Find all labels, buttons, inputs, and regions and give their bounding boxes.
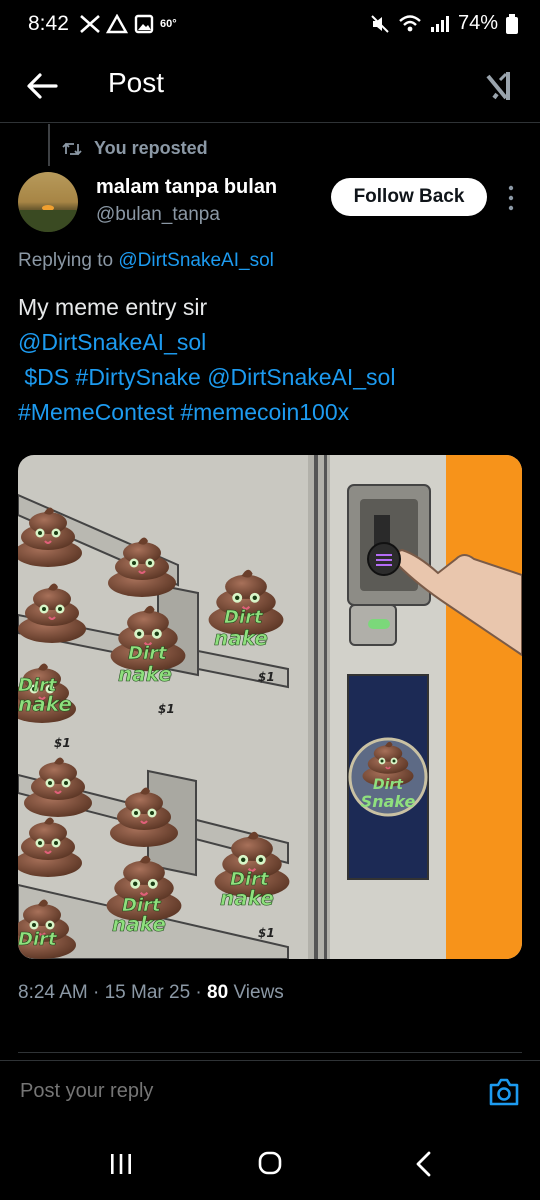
avatar[interactable] [18,172,78,232]
mute-icon [371,14,389,33]
battery-icon [506,13,518,34]
reply-bar [0,1060,540,1125]
price-tag: $1 [158,702,175,716]
sticker-text: Dirt [224,607,264,628]
replying-to: Replying to @DirtSnakeAI_sol [18,250,274,272]
sticker-text: nake [18,692,72,716]
price-tag: $1 [258,926,275,940]
hashtag-link[interactable]: #MemeContest [18,399,174,425]
author-name[interactable]: malam tanpa bulan [96,176,277,199]
repost-label: You reposted [94,138,208,158]
recent-apps-icon[interactable] [108,1152,134,1176]
wifi-icon [399,14,421,31]
image-icon [134,14,154,34]
nav-back-icon[interactable] [412,1150,436,1178]
page-title: Post [108,67,165,98]
poster-text-1: Dirt [373,777,404,793]
post-image[interactable]: Dirt Snake $1 $1 $1 $1 Dirt nake Dirt na… [18,455,522,959]
sticker-text: Dirt [18,929,58,950]
sticker-text: nake [220,886,274,910]
status-right-icons: 74% [370,12,518,35]
price-tag: $1 [54,736,71,750]
hashtag-link[interactable]: #memecoin100x [180,399,349,425]
more-options-icon[interactable] [501,183,521,213]
status-bar: 8:42 60° 74% [0,0,540,48]
poster-text-2: Snake [361,792,416,811]
signal-icon [430,15,449,32]
mention-link[interactable]: @DirtSnakeAI_sol [207,364,395,390]
repost-icon [62,142,82,155]
stats-divider [18,1052,522,1053]
sticker-text: nake [118,662,172,686]
post-date: 15 Mar 25 [104,982,191,1003]
reply-input[interactable] [18,1079,462,1104]
follow-back-button[interactable]: Follow Back [331,178,487,216]
replying-target-link[interactable]: @DirtSnakeAI_sol [118,250,274,271]
replying-prefix: Replying to [18,250,114,271]
post-line-1: My meme entry sir [18,294,208,320]
mention-link[interactable]: @DirtSnakeAI_sol [18,329,206,355]
status-temperature: 60° [160,18,177,30]
post-header: Post [0,50,540,122]
camera-icon[interactable] [488,1077,520,1107]
sticker-text: Dirt [128,643,168,664]
grok-icon[interactable] [484,68,520,104]
hashtag-link[interactable]: $DS #DirtySnake [24,364,200,390]
back-button[interactable] [22,66,62,106]
x-logo-icon [80,15,100,33]
sticker-text: nake [112,912,166,936]
sticker-text: nake [214,626,268,650]
header-divider [0,122,540,123]
views-label[interactable]: Views [233,982,283,1003]
post-time: 8:24 AM [18,982,88,1003]
post-meta: 8:24 AM · 15 Mar 25 · 80 Views [18,982,284,1003]
author-handle[interactable]: @bulan_tanpa [96,204,220,226]
status-battery: 74% [457,12,498,34]
post-text: My meme entry sir @DirtSnakeAI_sol $DS #… [18,290,518,430]
price-tag: $1 [258,670,275,684]
thread-line [48,124,50,166]
system-nav-bar [0,1124,540,1200]
status-left-icons: 60° [80,14,177,34]
views-count[interactable]: 80 [207,982,228,1003]
repost-indicator: You reposted [62,138,208,159]
home-icon[interactable] [258,1151,282,1175]
alert-triangle-icon [106,14,128,34]
status-time: 8:42 [28,12,69,35]
